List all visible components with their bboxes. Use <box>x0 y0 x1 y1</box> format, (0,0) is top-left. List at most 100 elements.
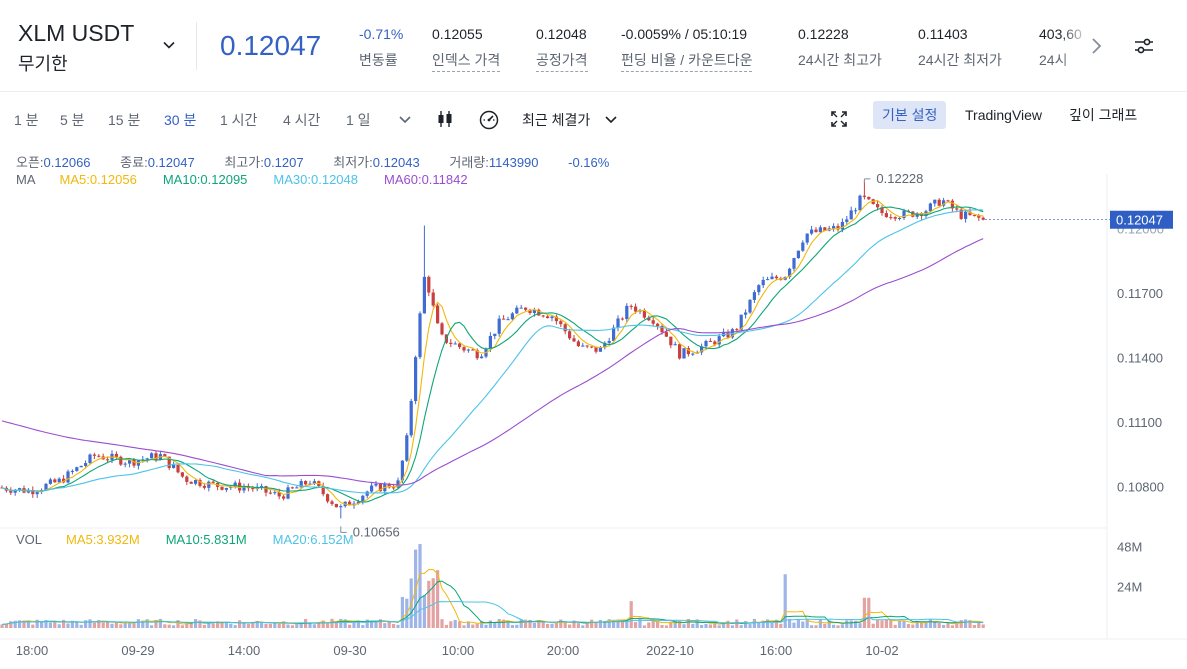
ma-line <box>1 238 984 486</box>
ticker-stat[interactable]: -0.0059% / 05:10:19 펀딩 비율 / 카운트다운 <box>621 26 753 72</box>
volume-bar <box>422 595 426 628</box>
volume-bar <box>383 623 387 628</box>
time-axis-label: 18:00 <box>16 643 49 658</box>
candle-body <box>48 479 52 484</box>
candle-body <box>933 199 937 204</box>
volume-bar <box>75 621 79 628</box>
candle-body <box>57 478 61 483</box>
volume-bar <box>708 624 712 628</box>
volume-bar <box>418 544 422 628</box>
interval-option[interactable]: 15 분 <box>108 110 140 130</box>
volume-bar <box>79 624 83 628</box>
candle-body <box>466 349 470 351</box>
volume-bar <box>862 597 866 628</box>
settings-sliders-icon[interactable] <box>1132 34 1156 58</box>
volume-bar <box>664 625 668 628</box>
candle-body <box>295 487 299 489</box>
volume-bar <box>946 622 950 628</box>
candle-body <box>334 503 338 508</box>
price-chart[interactable]: 0.11700 0.11400 0.11100 0.10800 48M 24M 18:00 0… <box>0 144 1187 669</box>
price-type-select[interactable]: 최근 체결가 <box>522 110 590 130</box>
candle-body <box>427 276 431 293</box>
volume-bar <box>339 618 343 628</box>
header-divider <box>196 22 197 70</box>
volume-ma-line <box>1 580 984 625</box>
volume-bar <box>660 624 664 628</box>
ticker-stat-label[interactable]: 펀딩 비율 / 카운트다운 <box>621 50 753 72</box>
ticker-stat-label[interactable]: 공정가격 <box>536 50 588 72</box>
candle-body <box>207 481 211 488</box>
chevron-down-icon[interactable] <box>600 108 622 130</box>
volume-bar <box>365 619 369 628</box>
candle-body <box>625 305 629 320</box>
chart-view-tab[interactable]: 깊이 그래프 <box>1060 101 1146 129</box>
candle-body <box>840 221 844 230</box>
candle-body <box>792 258 796 269</box>
interval-option[interactable]: 1 일 <box>346 110 371 130</box>
volume-bar <box>642 625 646 628</box>
volume-bar <box>845 620 849 628</box>
volume-bar <box>647 622 651 628</box>
candle-body <box>761 279 765 286</box>
chevron-down-icon[interactable] <box>160 36 178 54</box>
symbol-name[interactable]: XLM USDT <box>18 20 134 47</box>
volume-ma-line <box>1 569 984 625</box>
chart-view-tab[interactable]: TradingView <box>956 101 1051 129</box>
candle-body <box>493 333 497 336</box>
volume-bar <box>172 625 176 628</box>
interval-option[interactable]: 30 분 <box>164 110 196 130</box>
volume-bar <box>493 622 497 628</box>
volume-value: 1143990 <box>488 155 539 170</box>
open-label: 오픈: <box>16 155 44 170</box>
candle-body <box>946 200 950 202</box>
time-axis-label: 20:00 <box>547 643 580 658</box>
volume-bar <box>198 620 202 628</box>
candle-body <box>436 305 440 324</box>
volume-bar <box>541 622 545 628</box>
volume-bar <box>286 624 290 628</box>
candle-body <box>590 346 594 348</box>
candle-body <box>414 357 418 402</box>
time-axis-label: 10-02 <box>865 643 898 658</box>
current-price-label: 0.12047 <box>1116 213 1163 228</box>
volume-bar <box>576 623 580 628</box>
candle-body <box>884 213 888 218</box>
contract-type[interactable]: 무기한 <box>18 50 68 76</box>
candle-body <box>867 196 871 200</box>
candle-body <box>682 348 686 359</box>
interval-option[interactable]: 4 시간 <box>283 110 320 130</box>
fullscreen-icon[interactable] <box>828 108 850 130</box>
candle-body <box>704 340 708 347</box>
interval-option[interactable]: 5 분 <box>60 110 85 130</box>
interval-option[interactable]: 1 분 <box>14 110 39 130</box>
time-axis-label: 2022-10 <box>646 643 694 658</box>
ticker-stat[interactable]: 0.12048 공정가격 <box>536 26 588 72</box>
volume-axis-tick: 24M <box>1117 580 1142 595</box>
ticker-stat[interactable]: 0.12055 인덱스 가격 <box>432 26 501 72</box>
ticker-stat-value: 0.12055 <box>432 26 483 42</box>
candlestick-icon[interactable] <box>434 108 456 130</box>
chevron-right-icon[interactable] <box>1088 36 1104 56</box>
candle-body <box>70 470 74 472</box>
candle-body <box>757 285 761 293</box>
legend-label: MA <box>16 172 36 187</box>
change-value: -0.16% <box>568 155 610 170</box>
interval-option[interactable]: 1 시간 <box>220 110 257 130</box>
volume-bar <box>57 624 61 628</box>
header-fade <box>1060 20 1090 70</box>
volume-bar <box>810 625 814 628</box>
candle-body <box>330 501 334 504</box>
candle-body <box>796 250 800 259</box>
chart-view-tab[interactable]: 기본 설정 <box>873 101 947 129</box>
volume-bar <box>840 624 844 628</box>
candle-body <box>735 329 739 331</box>
ticker-stat: 0.11403 24시간 최저가 <box>918 26 1002 70</box>
candle-body <box>981 217 985 220</box>
volume-bar <box>981 624 985 628</box>
candle-body <box>972 215 976 217</box>
candle-body <box>818 227 822 233</box>
gauge-icon[interactable] <box>478 108 500 130</box>
chevron-down-icon[interactable] <box>394 108 416 130</box>
ticker-stat-label[interactable]: 인덱스 가격 <box>432 50 501 72</box>
volume-bar <box>207 623 211 628</box>
